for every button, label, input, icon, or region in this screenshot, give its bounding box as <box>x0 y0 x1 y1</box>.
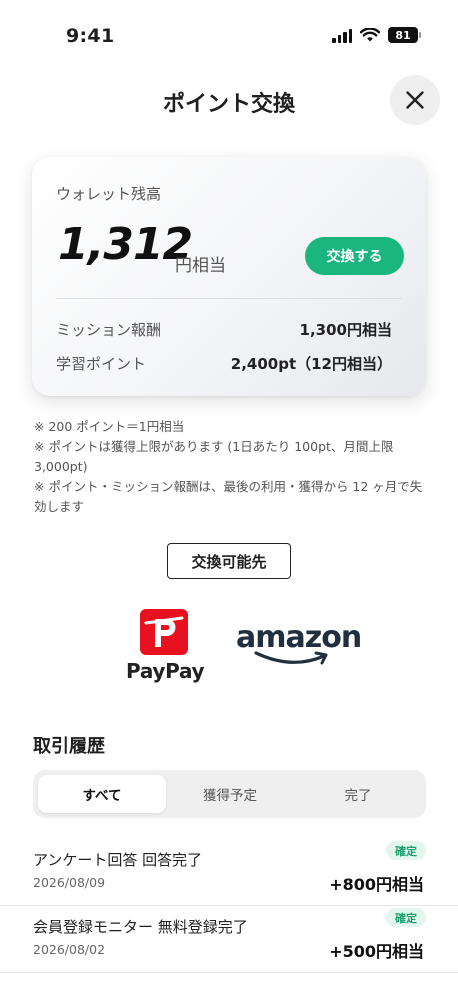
battery-icon: 81 <box>388 27 421 43</box>
wallet-row-mission: ミッション報酬 1,300円相当 <box>56 319 392 340</box>
notes: ※ 200 ポイント＝1円相当 ※ ポイントは獲得上限があります (1日あたり … <box>34 417 426 517</box>
transaction-title: 会員登録モニター 無料登録完了 <box>33 918 248 936</box>
list-item[interactable]: 確定 アンケート回答 回答完了 2026/08/09 +800円相当 <box>0 841 458 907</box>
list-item[interactable]: 確定 会員登録モニター 無料登録完了 2026/08/02 +500円相当 <box>0 908 458 974</box>
status-bar: 9:41 81 <box>0 0 458 70</box>
wallet-amount: 1,312 <box>58 219 193 270</box>
close-icon <box>406 91 424 109</box>
status-time: 9:41 <box>66 25 115 47</box>
tab-pending[interactable]: 獲得予定 <box>166 775 294 813</box>
status-badge: 確定 <box>386 841 426 860</box>
note-text: ※ ポイント・ミッション報酬は、最後の利用・獲得から 12 ヶ月で失効します <box>34 479 423 514</box>
note-text: ※ ポイントは獲得上限があります (1日あたり 100pt、月間上限 3,000… <box>34 439 394 474</box>
transaction-amount: +800円相当 <box>329 875 424 894</box>
amazon-smile-icon <box>254 651 328 665</box>
paypay-icon <box>140 609 188 655</box>
transaction-date: 2026/08/09 <box>33 875 106 890</box>
wallet-unit: 円相当 <box>175 256 226 276</box>
paypay-logo[interactable]: PayPay <box>126 609 205 685</box>
signal-icon <box>332 28 352 43</box>
tab-completed[interactable]: 完了 <box>294 775 422 813</box>
wifi-icon <box>360 27 380 41</box>
transaction-date: 2026/08/02 <box>33 942 106 957</box>
paypay-label: PayPay <box>126 659 205 683</box>
tab-all[interactable]: すべて <box>38 775 166 813</box>
history-title: 取引履歴 <box>33 736 105 757</box>
wallet-row-value: 1,300円相当 <box>299 321 392 339</box>
wallet-row-label: ミッション報酬 <box>56 321 162 339</box>
status-icons: 81 <box>332 27 421 43</box>
status-badge: 確定 <box>386 908 426 927</box>
divider <box>0 905 458 906</box>
transaction-amount: +500円相当 <box>329 942 424 961</box>
exchange-destinations-button[interactable]: 交換可能先 <box>167 543 291 579</box>
exchange-button[interactable]: 交換する <box>305 237 404 275</box>
note-text: ※ 200 ポイント＝1円相当 <box>34 419 185 434</box>
wallet-row-label: 学習ポイント <box>56 355 147 373</box>
history-tabs: すべて 獲得予定 完了 <box>33 770 426 818</box>
wallet-row-points: 学習ポイント 2,400pt（12円相当） <box>56 353 392 374</box>
transaction-title: アンケート回答 回答完了 <box>33 851 203 869</box>
wallet-card: ウォレット残高 1,312 円相当 交換する ミッション報酬 1,300円相当 … <box>32 157 426 396</box>
divider <box>0 972 458 973</box>
wallet-row-value: 2,400pt（12円相当） <box>230 355 392 373</box>
battery-level: 81 <box>395 28 411 42</box>
wallet-label: ウォレット残高 <box>56 185 162 203</box>
amazon-logo[interactable]: amazon <box>236 620 362 670</box>
wallet-divider <box>56 298 402 299</box>
close-button[interactable] <box>390 75 440 125</box>
